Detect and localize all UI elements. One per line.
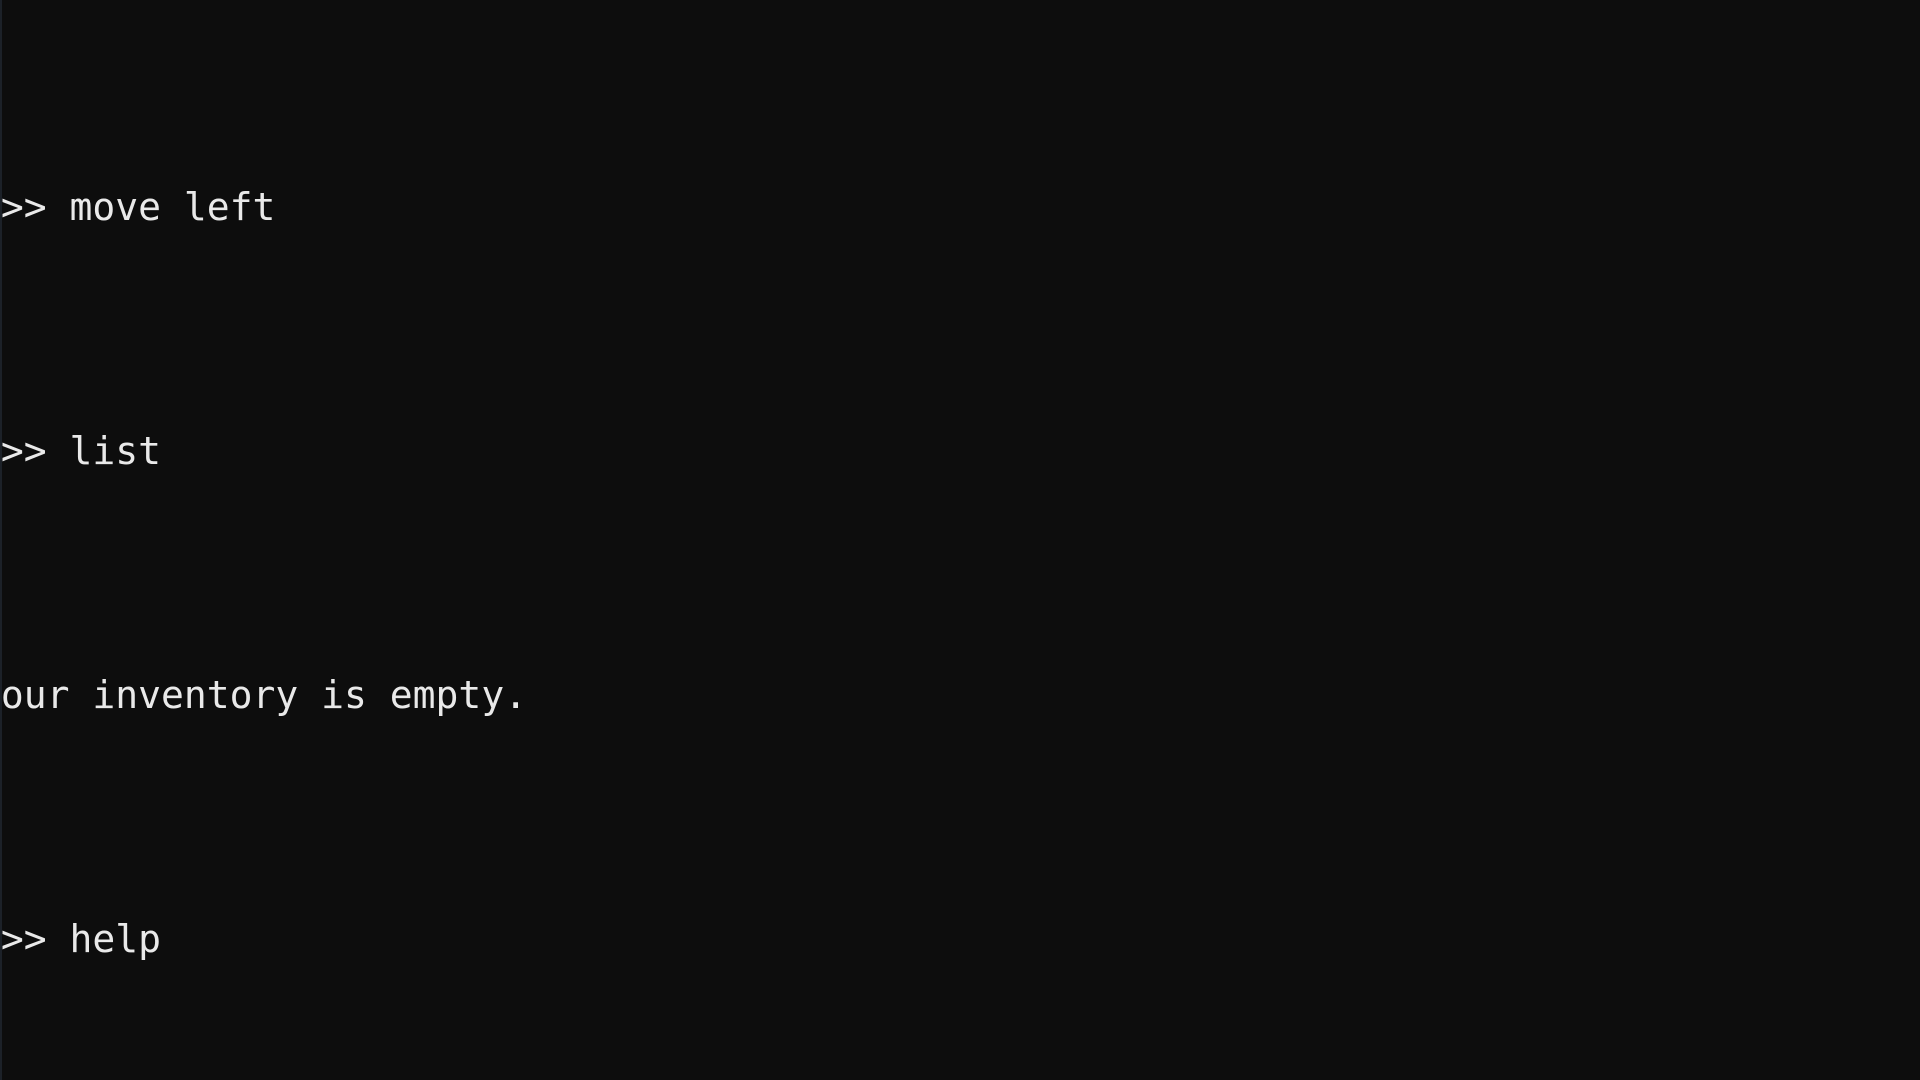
terminal-window[interactable]: >> move left >> list Your inventory is e… <box>0 0 1920 1080</box>
console-output: >> move left >> list Your inventory is e… <box>0 0 1920 1080</box>
console-line-command: >> help <box>0 917 162 961</box>
window-left-edge <box>0 0 2 1080</box>
console-line-inventory-empty: Your inventory is empty. <box>0 673 528 717</box>
console-line-command: >> list <box>0 429 162 473</box>
console-line-command: >> move left <box>0 185 276 229</box>
